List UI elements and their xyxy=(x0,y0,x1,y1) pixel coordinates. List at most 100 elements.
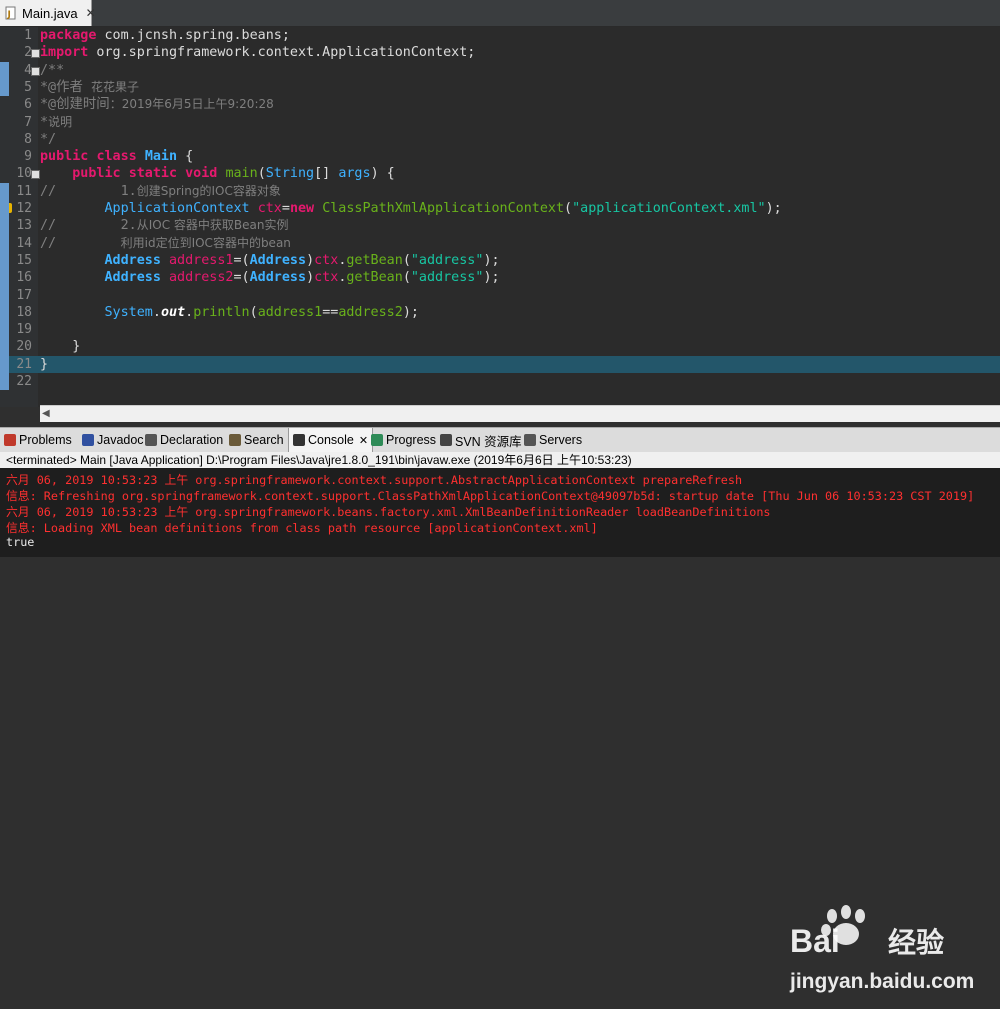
code-token: org.springframework.context.ApplicationC… xyxy=(88,45,476,61)
code-line[interactable]: 17 xyxy=(0,287,1000,304)
code-token: String xyxy=(265,166,315,182)
console-output-line: 信息: Loading XML bean definitions from cl… xyxy=(6,521,598,535)
code-token: ( xyxy=(257,166,266,182)
code-text: import org.springframework.context.Appli… xyxy=(40,44,475,61)
code-text: // 利用id定位到IOC容器中的bean xyxy=(40,235,291,252)
view-tab-label: Progress xyxy=(386,433,437,447)
fold-toggle-icon[interactable] xyxy=(31,49,40,59)
code-token: main xyxy=(225,166,258,182)
view-tab-declaration[interactable]: Declaration xyxy=(145,428,223,452)
console-output-line: 六月 06, 2019 10:53:23 上午 org.springframew… xyxy=(6,473,743,487)
code-line[interactable]: 4/** xyxy=(0,62,1000,79)
console-header: <terminated> Main [Java Application] D:\… xyxy=(0,452,1000,468)
view-tab-label: Declaration xyxy=(160,433,224,447)
search-icon xyxy=(229,434,241,446)
code-text: } xyxy=(40,356,48,373)
fold-toggle-icon[interactable] xyxy=(31,66,40,76)
declaration-icon xyxy=(145,434,157,446)
code-token: "address" xyxy=(410,252,484,268)
code-text: // 2.从IOC 容器中获取Bean实例 xyxy=(40,217,289,234)
view-tab-problems[interactable]: Problems xyxy=(4,428,72,452)
view-tab-javadoc[interactable]: Javadoc xyxy=(82,428,144,452)
horizontal-scrollbar[interactable]: ◀ xyxy=(40,405,1000,422)
code-token: args xyxy=(338,166,371,182)
code-editor[interactable]: 1 package com.jcnsh.spring.beans; 2 import … xyxy=(0,27,1000,422)
code-token: static xyxy=(128,166,178,182)
scroll-left-icon[interactable]: ◀ xyxy=(42,408,50,419)
view-tab-search[interactable]: Search xyxy=(229,428,284,452)
code-token: Address xyxy=(104,270,161,286)
code-token: ctx xyxy=(314,270,339,286)
close-icon[interactable]: ✕ xyxy=(86,6,96,20)
code-line[interactable]: 19 xyxy=(0,321,1000,338)
view-tab-console[interactable]: Console ✕ xyxy=(288,428,374,452)
code-token: out xyxy=(160,304,186,320)
console-output-line: 六月 06, 2019 10:53:23 上午 org.springframew… xyxy=(6,505,771,519)
code-token: } xyxy=(40,356,49,372)
code-token: [] xyxy=(314,166,339,182)
fold-toggle-icon[interactable] xyxy=(31,170,40,180)
code-line[interactable]: 5 *@作者 花花果子 xyxy=(0,79,1000,96)
servers-icon xyxy=(524,434,536,446)
code-line[interactable]: 11// 1.创建Spring的IOC容器对象 xyxy=(0,183,1000,200)
code-line[interactable]: 7 *说明 xyxy=(0,114,1000,131)
code-token: =( xyxy=(233,252,250,268)
code-line[interactable]: 20 } xyxy=(0,338,1000,355)
code-token: "applicationContext.xml" xyxy=(572,201,766,216)
console-view[interactable]: <terminated> Main [Java Application] D:\… xyxy=(0,452,1000,993)
code-token: ( xyxy=(249,304,258,320)
line-number: 9 xyxy=(24,149,32,165)
view-tab-label: Servers xyxy=(539,433,583,447)
code-line[interactable]: 13// 2.从IOC 容器中获取Bean实例 xyxy=(0,217,1000,234)
code-token: Address xyxy=(249,270,307,286)
code-token: } xyxy=(40,339,81,355)
editor-tab-bar: J Main.java ✕ xyxy=(0,0,1000,27)
problems-icon xyxy=(4,434,16,446)
code-line[interactable]: 1 package com.jcnsh.spring.beans; xyxy=(0,27,1000,44)
editor-tab-main-java[interactable]: J Main.java ✕ xyxy=(0,0,96,26)
code-line[interactable]: 6 *@创建时间：2019年6月5日上午9:20:28 xyxy=(0,96,1000,113)
code-token: ); xyxy=(765,201,782,216)
code-token: // 2. xyxy=(40,218,137,234)
code-line[interactable]: 12 ApplicationContext ctx=new ClassPathX… xyxy=(0,200,1000,217)
code-line[interactable]: 10 public static void main(String[] args… xyxy=(0,165,1000,182)
code-line[interactable]: 16 Address address2=(Address)ctx.getBean… xyxy=(0,269,1000,286)
code-line[interactable]: 21} xyxy=(0,355,1000,373)
code-token: Main xyxy=(144,149,178,165)
code-line[interactable]: 14// 利用id定位到IOC容器中的bean xyxy=(0,235,1000,252)
code-token: * xyxy=(40,114,49,130)
code-token: new xyxy=(289,201,315,216)
view-tab-progress[interactable]: Progress xyxy=(371,428,436,452)
code-line[interactable]: 8 */ xyxy=(0,131,1000,148)
code-text: Address address2=(Address)ctx.getBean("a… xyxy=(40,269,500,286)
close-icon[interactable]: ✕ xyxy=(359,434,368,447)
code-line[interactable]: 2 import org.springframework.context.Appl… xyxy=(0,44,1000,61)
line-number: 10 xyxy=(16,166,32,182)
console-output-line: 信息: Refreshing org.springframework.conte… xyxy=(6,489,975,503)
code-token: import xyxy=(40,45,89,61)
code-line[interactable]: 22 xyxy=(0,373,1000,390)
code-line[interactable]: 9 public class Main { xyxy=(0,148,1000,165)
svg-text:J: J xyxy=(7,10,11,20)
view-tab-svn[interactable]: SVN 资源库 xyxy=(440,428,522,452)
view-tab-servers[interactable]: Servers xyxy=(524,428,582,452)
line-number: 8 xyxy=(24,131,32,147)
line-number: 7 xyxy=(24,114,32,130)
editor-tab-label: Main.java xyxy=(22,5,78,21)
code-token: public xyxy=(40,149,89,165)
code-token: com.jcnsh.spring.beans; xyxy=(96,28,290,43)
code-token: . xyxy=(185,304,194,320)
code-line[interactable]: 15 Address address1=(Address)ctx.getBean… xyxy=(0,252,1000,269)
code-line[interactable]: 18 System.out.println(address1==address2… xyxy=(0,304,1000,321)
code-text: */ xyxy=(40,131,56,148)
console-output-line: true xyxy=(6,535,35,549)
